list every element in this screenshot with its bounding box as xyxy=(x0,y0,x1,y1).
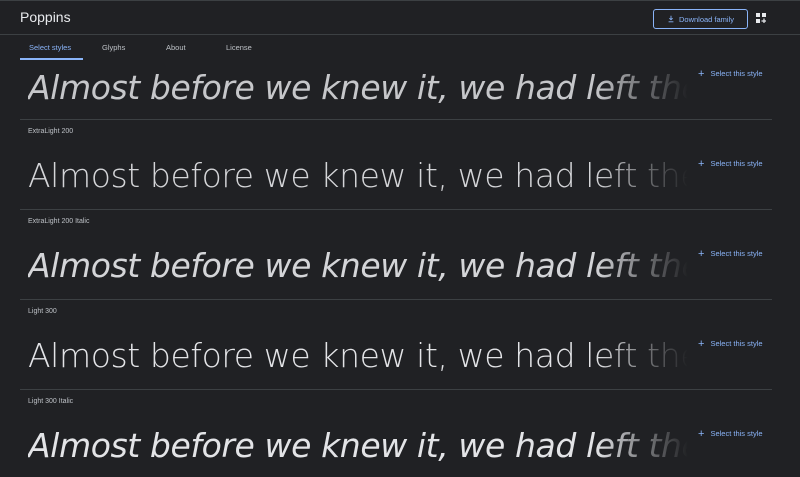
plus-icon: + xyxy=(698,247,705,260)
tab-license[interactable]: License xyxy=(226,43,252,52)
style-name: ExtraLight 200 Italic xyxy=(28,218,90,225)
select-style-button[interactable]: + Select this style xyxy=(698,427,763,440)
download-family-button[interactable]: Download family xyxy=(653,9,748,29)
style-row-extralight-200-italic: ExtraLight 200 Italic Almost before we k… xyxy=(20,210,772,300)
tab-about[interactable]: About xyxy=(166,43,186,52)
tab-select-styles[interactable]: Select styles xyxy=(29,43,71,52)
style-list: Almost before we knew it, we had left th… xyxy=(20,60,772,477)
plus-icon: + xyxy=(698,427,705,440)
style-sample-text: Almost before we knew it, we had left th… xyxy=(28,156,688,195)
select-style-button[interactable]: + Select this style xyxy=(698,67,763,80)
style-sample-text: Almost before we knew it, we had left th… xyxy=(28,68,688,107)
style-sample-text: Almost before we knew it, we had left th… xyxy=(28,336,688,375)
download-label: Download family xyxy=(678,14,735,24)
style-row-light-300: Light 300 Almost before we knew it, we h… xyxy=(20,300,772,390)
top-bar: Poppins Download family xyxy=(0,0,800,35)
style-name: Light 300 Italic xyxy=(28,398,74,405)
style-row-light-300-italic: Light 300 Italic Almost before we knew i… xyxy=(20,390,772,477)
download-icon xyxy=(668,15,674,23)
select-style-button[interactable]: + Select this style xyxy=(698,247,763,260)
plus-icon: + xyxy=(698,157,705,170)
plus-icon: + xyxy=(698,337,705,350)
style-sample-text: Almost before we knew it, we had left th… xyxy=(28,246,688,285)
style-row-extralight-200: ExtraLight 200 Almost before we knew it,… xyxy=(20,120,772,210)
style-sample-text: Almost before we knew it, we had left th… xyxy=(28,426,688,465)
style-name: Light 300 xyxy=(28,308,57,315)
select-style-label: Select this style xyxy=(710,69,763,78)
select-style-label: Select this style xyxy=(710,339,763,348)
select-style-button[interactable]: + Select this style xyxy=(698,337,763,350)
plus-icon: + xyxy=(698,67,705,80)
style-name: ExtraLight 200 xyxy=(28,128,74,135)
font-family-title: Poppins xyxy=(20,9,71,25)
style-row-thin-100-italic: Almost before we knew it, we had left th… xyxy=(20,60,772,120)
select-style-label: Select this style xyxy=(710,429,763,438)
select-style-label: Select this style xyxy=(710,159,763,168)
tab-bar: Select styles Glyphs About License xyxy=(0,36,800,60)
select-style-label: Select this style xyxy=(710,249,763,258)
select-style-button[interactable]: + Select this style xyxy=(698,157,763,170)
grid-add-icon[interactable] xyxy=(756,13,766,23)
tab-glyphs[interactable]: Glyphs xyxy=(102,43,125,52)
